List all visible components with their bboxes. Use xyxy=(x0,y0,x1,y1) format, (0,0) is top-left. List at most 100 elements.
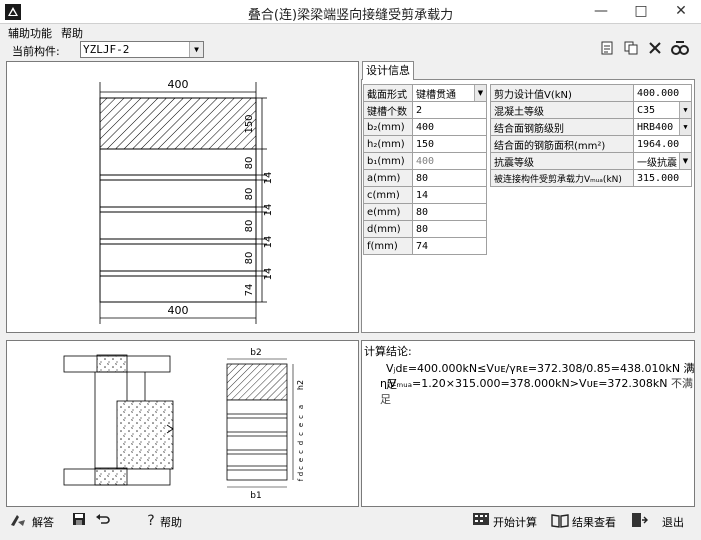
menu-bar xyxy=(0,24,701,40)
rebar-area-input[interactable]: 1964.00 xyxy=(633,135,692,153)
dim-80-1: 80 xyxy=(244,157,255,170)
answer-button[interactable]: 解答 xyxy=(32,514,54,530)
undo-icon[interactable] xyxy=(94,512,112,530)
grid-row: 混凝土等级 C35 ▼ xyxy=(490,101,692,119)
param-label: f(mm) xyxy=(363,237,413,255)
param-label: 键槽个数 xyxy=(363,101,413,119)
key-count-input[interactable]: 2 xyxy=(412,101,487,119)
dim-14-3: 14 xyxy=(263,236,274,249)
top-width-label: 400 xyxy=(168,78,189,91)
schematic-drawing: b2 b1 h2 a c e c d c e c d f xyxy=(63,348,305,501)
new-doc-icon[interactable] xyxy=(598,40,616,58)
schematic-side-c: c xyxy=(297,450,305,454)
schematic-side-c: c xyxy=(297,432,305,436)
chevron-down-icon: ▼ xyxy=(189,42,203,57)
schematic-b2-label: b2 xyxy=(250,348,261,358)
save-icon[interactable] xyxy=(70,512,88,530)
book-icon[interactable] xyxy=(551,512,569,530)
b2-input[interactable]: 400 xyxy=(412,118,487,136)
grid-row: c(mm) 14 xyxy=(363,186,487,204)
param-label: a(mm) xyxy=(363,169,413,187)
schematic-panel: b2 b1 h2 a c e c d c e c d f xyxy=(6,340,359,507)
calculator-icon[interactable] xyxy=(472,512,490,530)
grid-row: 结合面的钢筋面积(mm²) 1964.00 xyxy=(490,135,692,153)
schematic-side-e: e xyxy=(297,423,305,427)
menu-aux-functions[interactable]: 辅助功能 xyxy=(8,25,52,41)
chevron-down-icon: ▼ xyxy=(474,85,486,101)
shear-design-input[interactable]: 400.000 xyxy=(633,84,692,102)
maximize-button[interactable]: □ xyxy=(622,0,660,24)
concrete-grade-select[interactable]: C35 ▼ xyxy=(633,101,692,119)
param-label: h₂(mm) xyxy=(363,135,413,153)
schematic-side-c: c xyxy=(297,466,305,470)
grid-row: b₁(mm) 400 xyxy=(363,152,487,170)
h2-input[interactable]: 150 xyxy=(412,135,487,153)
param-label: 结合面钢筋级别 xyxy=(490,118,634,136)
result-line-1-text: Vⱼdᴇ=400.000kN≤Vᴜᴇ/γʀᴇ=372.308/0.85=438.… xyxy=(386,362,681,375)
grid-row: d(mm) 80 xyxy=(363,220,487,238)
view-results-button[interactable]: 结果查看 xyxy=(572,514,616,530)
component-select[interactable]: YZLJF-2 ▼ xyxy=(80,41,204,58)
param-label: 抗震等级 xyxy=(490,152,634,170)
schematic-side-c: c xyxy=(297,415,305,419)
schematic-side-d: d xyxy=(297,441,305,445)
grid-row: h₂(mm) 150 xyxy=(363,135,487,153)
result-line-2-text: ηⱼVₘᵤₐ=1.20×315.000=378.000kN>Vᴜᴇ=372.30… xyxy=(380,377,668,390)
grid-row: 截面形式 键槽贯通 ▼ xyxy=(363,84,487,102)
tab-design-info[interactable]: 设计信息 xyxy=(362,61,414,80)
param-label: c(mm) xyxy=(363,186,413,204)
section-form-select[interactable]: 键槽贯通 ▼ xyxy=(412,84,487,102)
copy-icon[interactable] xyxy=(622,40,640,58)
settings-icon[interactable] xyxy=(670,40,689,58)
dim-80-3: 80 xyxy=(244,220,255,233)
e-input[interactable]: 80 xyxy=(412,203,487,221)
menu-help[interactable]: 帮助 xyxy=(61,25,83,41)
grid-row: 结合面钢筋级别 HRB400 ▼ xyxy=(490,118,692,136)
dim-80-4: 80 xyxy=(244,252,255,265)
answer-icon[interactable] xyxy=(9,512,27,530)
seismic-grade-select[interactable]: 一级抗震 ▼ xyxy=(633,152,692,170)
concrete-grade-value: C35 xyxy=(637,104,656,116)
grid-row: 剪力设计值V(kN) 400.000 xyxy=(490,84,692,102)
delete-icon[interactable] xyxy=(646,40,664,58)
param-label: b₂(mm) xyxy=(363,118,413,136)
dim-80-2: 80 xyxy=(244,188,255,201)
exit-door-icon[interactable] xyxy=(630,512,648,530)
component-select-value: YZLJF-2 xyxy=(83,43,130,56)
help-icon[interactable]: ? xyxy=(142,512,160,530)
member-capacity-input[interactable]: 315.000 xyxy=(633,169,692,187)
grid-row: e(mm) 80 xyxy=(363,203,487,221)
grid-row: 被连接构件受剪承载力Vₘᵤₐ(kN) 315.000 xyxy=(490,169,692,187)
chevron-down-icon: ▼ xyxy=(679,102,691,118)
grid-row: a(mm) 80 xyxy=(363,169,487,187)
a-input[interactable]: 80 xyxy=(412,169,487,187)
param-label: b₁(mm) xyxy=(363,152,413,170)
start-calculation-button[interactable]: 开始计算 xyxy=(493,514,537,530)
grid-row: 抗震等级 一级抗震 ▼ xyxy=(490,152,692,170)
exit-button[interactable]: 退出 xyxy=(662,514,684,530)
rebar-grade-value: HRB400 xyxy=(637,121,674,133)
f-input[interactable]: 74 xyxy=(412,237,487,255)
schematic-side-f: f xyxy=(297,478,305,481)
dim-150: 150 xyxy=(244,114,255,133)
current-component-label: 当前构件: xyxy=(12,45,60,58)
dim-14-2: 14 xyxy=(263,204,274,217)
schematic-b1-label: b1 xyxy=(250,491,261,501)
chevron-down-icon: ▼ xyxy=(679,153,691,169)
grid-row: 键槽个数 2 xyxy=(363,101,487,119)
c-input[interactable]: 14 xyxy=(412,186,487,204)
dim-14-1: 14 xyxy=(263,172,274,185)
schematic-side-e: e xyxy=(297,458,305,462)
help-button[interactable]: 帮助 xyxy=(160,514,182,530)
param-label: 截面形式 xyxy=(363,84,413,102)
dim-74: 74 xyxy=(244,284,255,297)
left-param-grid: 截面形式 键槽贯通 ▼ 键槽个数 2 b₂(mm) 400 h₂(mm) 150 b₁(m… xyxy=(363,84,487,255)
rebar-grade-select[interactable]: HRB400 ▼ xyxy=(633,118,692,136)
schematic-h2-label: h2 xyxy=(296,380,305,390)
schematic-side-a: a xyxy=(297,405,305,409)
minimize-button[interactable]: — xyxy=(582,0,620,24)
param-label: 混凝土等级 xyxy=(490,101,634,119)
close-window-button[interactable]: ✕ xyxy=(662,0,700,24)
chevron-down-icon: ▼ xyxy=(679,119,691,135)
d-input[interactable]: 80 xyxy=(412,220,487,238)
